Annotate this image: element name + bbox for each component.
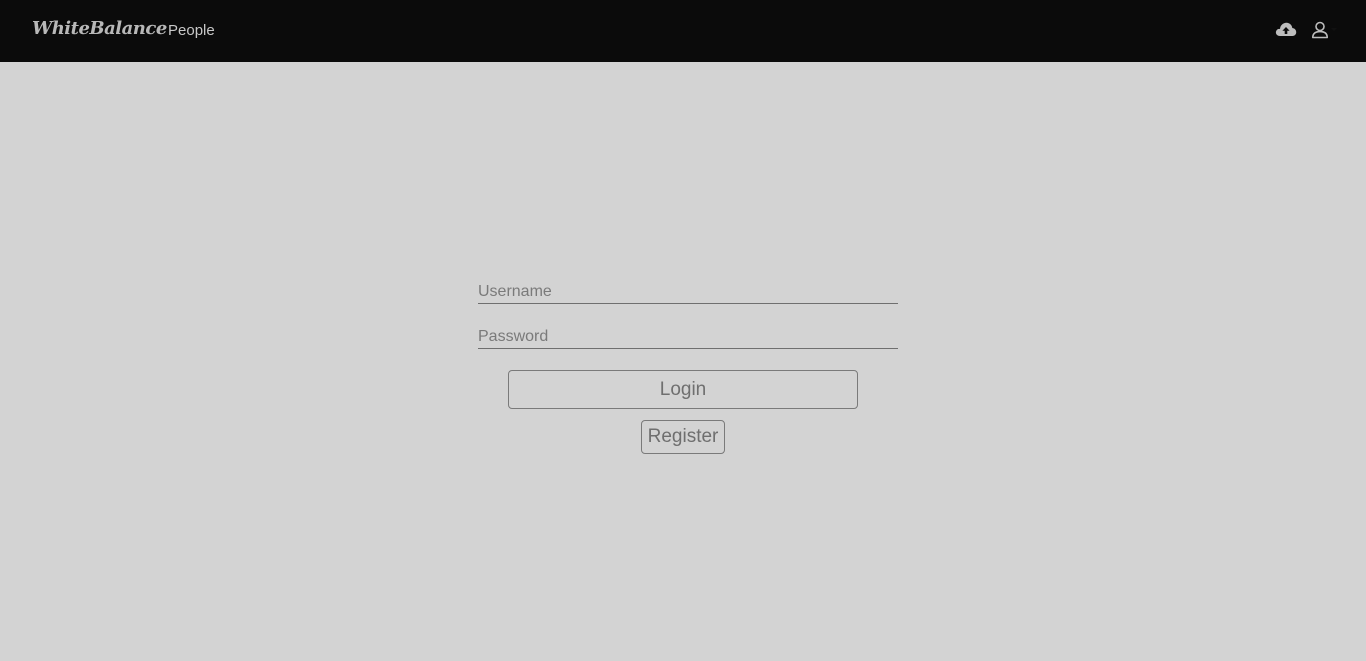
top-navbar: WhiteBalance People [0,0,1366,62]
login-button[interactable]: Login [508,370,858,409]
login-form: Login Register [478,280,898,454]
register-button[interactable]: Register [641,420,725,454]
password-input[interactable] [478,325,898,349]
user-icon[interactable] [1311,21,1329,39]
chevron-down-icon[interactable] [1331,28,1337,31]
username-input[interactable] [478,280,898,304]
brand-logo[interactable]: WhiteBalance [32,18,167,39]
nav-link-people[interactable]: People [168,22,215,39]
cloud-upload-icon[interactable] [1275,21,1297,39]
